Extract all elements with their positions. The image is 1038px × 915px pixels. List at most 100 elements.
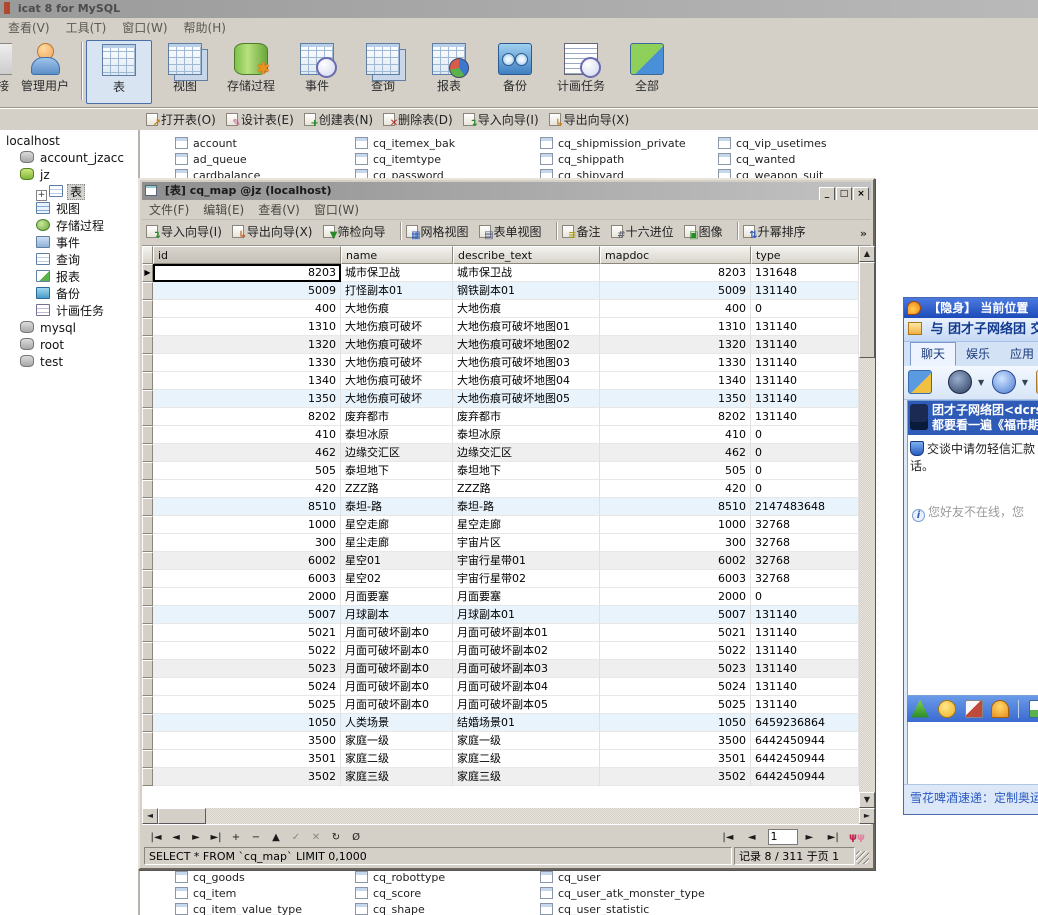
sidebar-item-事件[interactable]: 事件 [4,235,138,252]
table-row[interactable]: 410泰坦冰原泰坦冰原4100 [142,426,859,444]
cell-mapdoc[interactable]: 1340 [600,372,751,390]
sidebar-item-报表[interactable]: 报表 [4,269,138,286]
webcam-dropdown-icon[interactable]: ▼ [978,378,984,387]
table-row[interactable]: 1000星空走廊星空走廊100032768 [142,516,859,534]
table-row[interactable]: 8202废弃都市废弃都市8202131140 [142,408,859,426]
column-header-id[interactable]: id [153,246,341,264]
column-header-mapdoc[interactable]: mapdoc [600,246,751,264]
cell-mapdoc[interactable]: 8510 [600,498,751,516]
cell-name[interactable]: 大地伤痕可破坏 [341,336,453,354]
object-toolbar-export-wizard[interactable]: ↳导出向导(X) [549,109,630,131]
row-selector[interactable] [142,624,153,642]
cell-name[interactable]: 泰坦冰原 [341,426,453,444]
sidebar-item-account_jzacc[interactable]: account_jzacc [4,150,138,167]
row-selector[interactable] [142,480,153,498]
cell-name[interactable]: 泰坦-路 [341,498,453,516]
cell-describe_text[interactable]: 月面可破坏副本02 [453,642,600,660]
sidebar-item-计画任务[interactable]: 计画任务 [4,303,138,320]
cell-name[interactable]: 星空01 [341,552,453,570]
vertical-scroll-thumb[interactable] [859,262,875,358]
cell-describe_text[interactable]: 家庭一级 [453,732,600,750]
row-selector[interactable] [142,678,153,696]
table-list-item[interactable]: cq_score [355,886,421,902]
cell-describe_text[interactable]: 家庭二级 [453,750,600,768]
cell-mapdoc[interactable]: 5023 [600,660,751,678]
close-icon[interactable]: × [853,187,869,201]
row-selector[interactable] [142,372,153,390]
row-selector[interactable] [142,768,153,786]
cell-type[interactable]: 131140 [751,660,859,678]
cell-name[interactable]: 大地伤痕 [341,300,453,318]
table-row[interactable]: 6003星空02宇宙行星带02600332768 [142,570,859,588]
table-row[interactable]: 3500家庭一级家庭一级35006442450944 [142,732,859,750]
row-selector[interactable] [142,588,153,606]
cell-id[interactable]: 1000 [153,516,341,534]
cell-type[interactable]: 6459236864 [751,714,859,732]
cell-name[interactable]: 星空02 [341,570,453,588]
cell-type[interactable]: 0 [751,300,859,318]
table-list-item[interactable]: cq_itemex_bak [355,136,455,152]
cell-mapdoc[interactable]: 1330 [600,354,751,372]
toolbar-button-事件[interactable]: 事件 [284,40,350,104]
cell-id[interactable]: 2000 [153,588,341,606]
cell-type[interactable]: 131140 [751,354,859,372]
sidebar-item-查询[interactable]: 查询 [4,252,138,269]
row-selector[interactable] [142,390,153,408]
cell-describe_text[interactable]: 星空走廊 [453,516,600,534]
cell-mapdoc[interactable]: 8203 [600,264,751,282]
nudge-icon[interactable] [991,700,1009,718]
cell-describe_text[interactable]: 大地伤痕可破坏地图04 [453,372,600,390]
table-list-item[interactable]: cq_shape [355,902,425,915]
sidebar-item-root[interactable]: root [4,337,138,354]
chat-status-banner[interactable]: 【隐身】 当前位置 [904,298,1038,318]
row-selector[interactable] [142,570,153,588]
cell-type[interactable]: 0 [751,462,859,480]
cell-type[interactable]: 6442450944 [751,768,859,786]
table-row[interactable]: 5023月面可破坏副本0月面可破坏副本035023131140 [142,660,859,678]
cell-type[interactable]: 131140 [751,696,859,714]
cell-describe_text[interactable]: 月面可破坏副本04 [453,678,600,696]
cell-mapdoc[interactable]: 1320 [600,336,751,354]
cell-id[interactable]: 1340 [153,372,341,390]
table-row[interactable]: ▶8203城市保卫战城市保卫战8203131648 [142,264,859,282]
window-menu-item-1[interactable]: 文件(F) [142,203,196,217]
cell-mapdoc[interactable]: 5022 [600,642,751,660]
cell-name[interactable]: 家庭三级 [341,768,453,786]
table-row[interactable]: 5024月面可破坏副本0月面可破坏副本045024131140 [142,678,859,696]
row-selector[interactable] [142,606,153,624]
table-window-titlebar[interactable]: [表] cq_map @jz (localhost) _□× [142,182,871,200]
cell-name[interactable]: 月面可破坏副本0 [341,678,453,696]
row-selector[interactable] [142,642,153,660]
cell-id[interactable]: 300 [153,534,341,552]
cell-describe_text[interactable]: 大地伤痕可破坏地图02 [453,336,600,354]
cell-name[interactable]: 大地伤痕可破坏 [341,318,453,336]
webcam-icon[interactable] [948,370,972,394]
cell-id[interactable]: 1310 [153,318,341,336]
object-toolbar-import-wizard[interactable]: ↴导入向导(I) [463,109,539,131]
row-selector[interactable] [142,408,153,426]
cell-describe_text[interactable]: 城市保卫战 [453,264,600,282]
scroll-left-icon[interactable]: ◄ [142,808,158,824]
cell-id[interactable]: 1320 [153,336,341,354]
cell-type[interactable]: 131140 [751,318,859,336]
cell-mapdoc[interactable]: 5021 [600,624,751,642]
row-selector[interactable] [142,516,153,534]
cell-describe_text[interactable]: 废弃都市 [453,408,600,426]
chat-input-area[interactable] [907,722,1038,784]
menu-item-2[interactable]: 工具(T) [58,21,115,35]
page-number-input[interactable] [768,829,798,845]
object-toolbar-delete-table[interactable]: ✕删除表(D) [383,109,453,131]
row-selector[interactable] [142,696,153,714]
cell-name[interactable]: 月面可破坏副本0 [341,660,453,678]
toolbar-button-计画任务[interactable]: 计画任务 [548,40,614,104]
font-icon[interactable] [911,700,929,718]
horizontal-scroll-thumb[interactable] [158,808,206,824]
image-icon[interactable] [1029,700,1038,718]
cell-type[interactable]: 131140 [751,606,859,624]
cell-type[interactable]: 32768 [751,516,859,534]
cell-type[interactable]: 131140 [751,390,859,408]
table-row[interactable]: 1310大地伤痕可破坏大地伤痕可破坏地图011310131140 [142,318,859,336]
cell-describe_text[interactable]: 边缘交汇区 [453,444,600,462]
cell-name[interactable]: 月球副本 [341,606,453,624]
toolbar-button-查询[interactable]: 查询 [350,40,416,104]
